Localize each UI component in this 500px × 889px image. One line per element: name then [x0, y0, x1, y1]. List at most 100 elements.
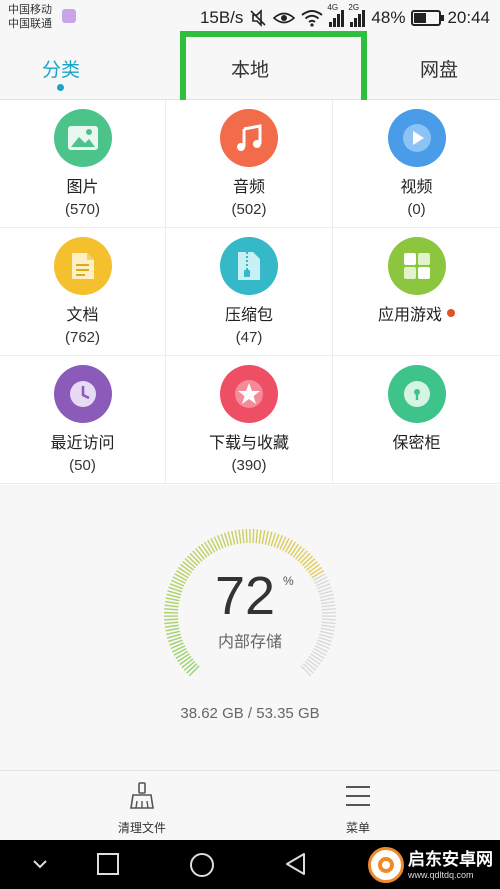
- gauge-tick-used: [183, 660, 196, 671]
- category-images[interactable]: 图片 (570): [0, 100, 166, 228]
- carrier-info: 中国移动 中国联通: [8, 3, 52, 31]
- gauge-tick-used: [292, 545, 303, 558]
- battery-percent: 48%: [371, 8, 406, 27]
- gauge-tick-free: [321, 618, 336, 621]
- gauge-tick-used: [252, 529, 255, 544]
- music-icon: [220, 109, 278, 167]
- gauge-tick-used: [258, 529, 262, 544]
- gauge-tick-used: [181, 658, 194, 669]
- gauge-tick-used: [267, 531, 273, 546]
- collapse-chevron-icon[interactable]: [28, 852, 52, 876]
- watermark-url: www.qdltdq.com: [408, 869, 474, 880]
- gauge-tick-used: [186, 663, 198, 674]
- new-badge-dot: [447, 309, 455, 317]
- gauge-tick-used: [175, 650, 189, 659]
- category-documents[interactable]: 文档 (762): [0, 228, 166, 356]
- gauge-tick-used: [200, 543, 210, 556]
- gauge-tick-used: [164, 604, 179, 608]
- play-icon: [387, 109, 446, 167]
- gauge-tick-used: [297, 550, 308, 562]
- gauge-tick-used: [234, 530, 239, 545]
- category-grid: 图片 (570) 音频 (502) 视频 (0) 文档 (762) 压缩包 (4…: [0, 100, 500, 485]
- watermark: 启东安卓网 www.qdltdq.com: [368, 845, 494, 885]
- signal-2g-icon: 2G: [348, 3, 366, 27]
- category-name: 图片: [66, 179, 99, 196]
- gauge-tick-used: [264, 530, 269, 545]
- category-video[interactable]: 视频 (0): [333, 100, 500, 228]
- gauge-tick-free: [321, 608, 336, 611]
- gauge-tick-used: [299, 552, 311, 564]
- signal-4g-label: 4G: [327, 3, 339, 12]
- carrier-name-1: 中国移动: [8, 4, 52, 16]
- signal-2g-label: 2G: [348, 3, 360, 12]
- category-audio[interactable]: 音频 (502): [166, 100, 333, 228]
- gauge-tick-used: [203, 541, 213, 555]
- gauge-tick-free: [321, 621, 336, 625]
- gauge-tick-used: [164, 621, 179, 625]
- recents-square-icon[interactable]: [96, 852, 120, 876]
- category-count: (50): [69, 457, 96, 474]
- document-icon: [53, 237, 112, 295]
- category-name: 文档: [66, 307, 99, 324]
- category-count: (502): [231, 201, 267, 218]
- gauge-tick-used: [207, 539, 216, 553]
- storage-label: 内部存储: [217, 634, 282, 651]
- gauge-tick-used: [309, 566, 323, 576]
- gauge-tick-used: [301, 555, 314, 567]
- star-icon: [220, 365, 278, 423]
- home-circle-icon[interactable]: [189, 852, 215, 878]
- category-archives[interactable]: 压缩包 (47): [166, 228, 333, 356]
- gauge-tick-free: [319, 593, 334, 599]
- category-name: 下载与收藏: [208, 435, 289, 452]
- gauge-tick-used: [177, 653, 190, 663]
- active-tab-indicator: [57, 84, 64, 91]
- gauge-tick-used: [182, 560, 195, 571]
- clock-time: 20:44: [447, 8, 490, 27]
- gauge-tick-free: [306, 658, 319, 669]
- gauge-tick-free: [302, 663, 314, 674]
- zip-icon: [220, 237, 278, 295]
- gauge-tick-free: [321, 624, 336, 628]
- category-name-text: 应用游戏: [377, 307, 442, 324]
- bottom-toolbar: 清理文件 菜单: [0, 770, 500, 840]
- category-apps[interactable]: 应用游戏: [333, 228, 500, 356]
- menu-button[interactable]: 菜单: [298, 771, 418, 841]
- gauge-tick-free: [310, 653, 323, 663]
- gauge-tick-used: [180, 563, 193, 574]
- category-name: 音频: [232, 179, 265, 196]
- category-name: 最近访问: [50, 435, 115, 452]
- clock-icon: [53, 365, 112, 423]
- gauge-tick-used: [307, 563, 320, 574]
- gauge-tick-used: [188, 665, 200, 677]
- gauge-tick-used: [192, 550, 203, 562]
- category-name: 应用游戏: [378, 301, 455, 325]
- tab-cloud[interactable]: 网盘: [378, 36, 500, 100]
- category-count: (47): [235, 329, 263, 346]
- gauge-tick-used: [197, 545, 208, 558]
- watermark-text: 启东安卓网 www.qdltdq.com: [408, 851, 493, 880]
- gauge-tick-free: [300, 665, 312, 677]
- gauge-tick-used: [290, 543, 300, 556]
- mute-icon: [250, 9, 266, 27]
- storage-size: 38.62 GB / 53.35 GB: [180, 705, 320, 722]
- gauge-tick-free: [319, 630, 334, 636]
- category-downloads-favorites[interactable]: 下载与收藏 (390): [166, 356, 333, 484]
- gauge-tick-used: [166, 630, 181, 636]
- battery-icon: [411, 10, 445, 26]
- back-triangle-icon[interactable]: [284, 852, 308, 876]
- clean-files-button[interactable]: 清理文件: [82, 771, 202, 841]
- storage-percent-sign: %: [283, 574, 294, 588]
- gauge-tick-used: [177, 566, 191, 576]
- gauge-tick-used: [238, 529, 242, 544]
- category-recent[interactable]: 最近访问 (50): [0, 356, 166, 484]
- gauge-tick-used: [175, 569, 189, 579]
- gauge-tick-free: [308, 655, 321, 666]
- gauge-tick-used: [164, 600, 179, 605]
- category-count: (762): [64, 329, 101, 346]
- gauge-tick-free: [321, 600, 336, 605]
- gauge-tick-free: [304, 660, 317, 671]
- gauge-tick-used: [166, 593, 181, 599]
- category-safe[interactable]: 保密柜: [333, 356, 500, 484]
- gauge-tick-used: [186, 555, 199, 567]
- gauge-tick-used: [164, 624, 179, 628]
